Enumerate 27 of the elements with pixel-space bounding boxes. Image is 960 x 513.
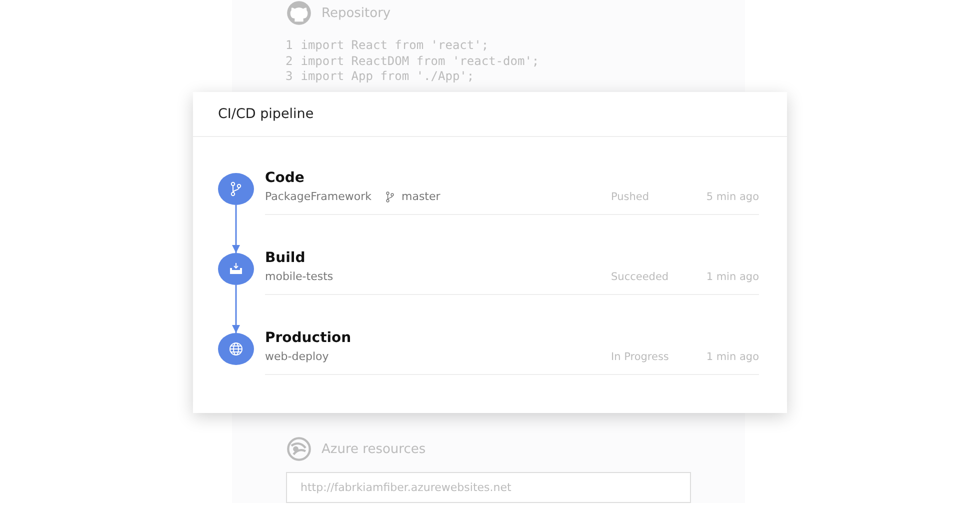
step-name: Code: [265, 170, 306, 186]
source-name: web-deploy: [265, 350, 329, 363]
section-title: Repository: [322, 6, 391, 20]
code-line: import React from 'react';: [300, 38, 489, 54]
build-icon: [228, 261, 244, 277]
step-time: 5 min ago: [705, 191, 759, 203]
step-name: Build: [265, 250, 306, 266]
section-title: Azure resources: [322, 442, 426, 457]
code-line: import App from './App';: [300, 69, 474, 84]
step-time: 1 min ago: [705, 271, 759, 283]
line-number: 2: [286, 54, 293, 69]
line-number: 3: [286, 69, 293, 84]
branch-name: master: [402, 190, 440, 203]
branch-icon: [384, 190, 396, 202]
step-status: Succeeded: [611, 271, 670, 283]
step-status: Pushed: [611, 191, 650, 203]
step-status: In Progress: [611, 351, 670, 363]
step-time: 1 min ago: [705, 351, 759, 363]
source-name: mobile-tests: [265, 270, 334, 283]
step-name: Production: [265, 330, 352, 346]
line-number: 1: [286, 38, 293, 54]
url-field[interactable]: http://fabrkiamfiber.azurewebsites.net: [286, 472, 690, 503]
source-name: PackageFramework: [265, 190, 372, 203]
code-line: import ReactDOM from 'react-dom';: [300, 54, 540, 69]
globe-icon: [228, 341, 244, 357]
card-title: CI/CD pipeline: [193, 92, 787, 137]
branch-icon: [228, 181, 244, 197]
